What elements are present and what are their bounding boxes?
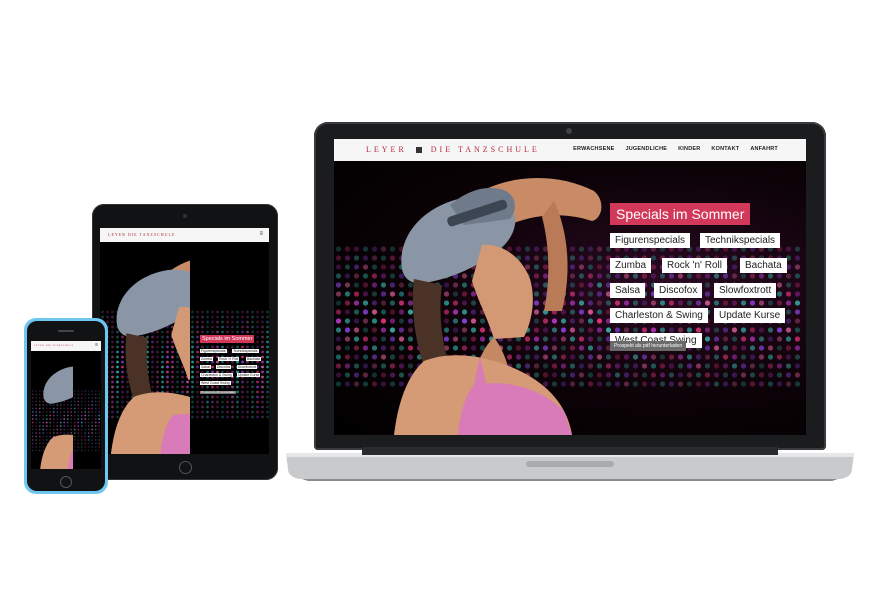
phone-logo[interactable]: LEYER DIE TANZSCHULE	[34, 344, 74, 347]
laptop-dancer-image	[394, 178, 602, 435]
tablet-tag-list: Figurenspecials Technikspecials Zumba Ro…	[200, 345, 264, 394]
tablet-tag-bachata[interactable]: Bachata	[246, 357, 261, 361]
menu-item-kontakt[interactable]: KONTAKT	[711, 146, 739, 152]
laptop-navbar: LEYER DIE TANZSCHULE ERWACHSENE JUGENDLI…	[334, 139, 806, 162]
tablet-tag-salsa[interactable]: Salsa	[200, 365, 211, 369]
tag-charleston-swing[interactable]: Charleston & Swing	[610, 308, 708, 323]
laptop-base	[286, 447, 854, 481]
tag-slowfoxtrott[interactable]: Slowfoxtrott	[714, 283, 777, 298]
summer-specials-panel: Specials im Sommer Figurenspecials Techn…	[610, 203, 800, 348]
tablet-navbar: LEYER DIE TANZSCHULE ≡	[100, 228, 269, 242]
laptop-camera	[566, 128, 572, 134]
phone-screen: LEYER DIE TANZSCHULE ≡	[31, 341, 101, 469]
tablet-hamburger-icon[interactable]: ≡	[259, 231, 263, 237]
tablet-tag-update-kurse[interactable]: Update Kurse	[237, 373, 261, 377]
menu-item-kinder[interactable]: KINDER	[678, 146, 700, 152]
brand-square-icon	[415, 147, 422, 153]
pdf-download-button[interactable]: Prospekt als pdf herunterladen	[610, 341, 687, 351]
tablet-tag-zumba[interactable]: Zumba	[200, 357, 213, 361]
tablet-camera	[183, 214, 187, 218]
laptop-main-menu: ERWACHSENE JUGENDLICHE KINDER KONTAKT AN…	[573, 146, 778, 152]
phone-dancer-image	[40, 366, 73, 469]
phone-hamburger-icon[interactable]: ≡	[95, 342, 98, 348]
tablet-tag-discofox[interactable]: Discofox	[216, 365, 232, 369]
phone-home-button[interactable]	[60, 476, 72, 488]
tablet-hero: Specials im Sommer Figurenspecials Techn…	[100, 242, 269, 454]
menu-item-erwachsene[interactable]: ERWACHSENE	[573, 146, 614, 152]
laptop-logo[interactable]: LEYER DIE TANZSCHULE	[366, 145, 540, 154]
tablet-tag-rock-n-roll[interactable]: Rock 'n' Roll	[218, 357, 240, 361]
tablet-tag-slowfoxtrott[interactable]: Slowfoxtrott	[237, 365, 258, 369]
tablet-screen: LEYER DIE TANZSCHULE ≡ Specials im Somme…	[100, 228, 269, 454]
menu-item-anfahrt[interactable]: ANFAHRT	[750, 146, 778, 152]
tag-update-kurse[interactable]: Update Kurse	[714, 308, 786, 323]
phone-brand-right: DIE TANZSCHULE	[45, 344, 74, 347]
tablet-brand-right: DIE TANZSCHULE	[127, 232, 176, 237]
tag-rock-n-roll[interactable]: Rock 'n' Roll	[662, 258, 727, 273]
tablet-brand-left: LEYER	[108, 232, 126, 237]
tablet-tag-west-coast-swing[interactable]: West Coast Swing	[200, 381, 231, 385]
menu-item-jugendliche[interactable]: JUGENDLICHE	[626, 146, 668, 152]
tablet-dancer-image	[110, 260, 190, 454]
phone-navbar: LEYER DIE TANZSCHULE ≡	[31, 341, 101, 351]
tag-figurenspecials[interactable]: Figurenspecials	[610, 233, 691, 248]
tag-technikspecials[interactable]: Technikspecials	[700, 233, 781, 248]
brand-right: DIE TANZSCHULE	[430, 145, 540, 154]
tag-zumba[interactable]: Zumba	[610, 258, 652, 273]
tablet-tag-charleston-swing[interactable]: Charleston & Swing	[200, 373, 233, 377]
tablet-logo[interactable]: LEYER DIE TANZSCHULE	[108, 232, 175, 237]
tag-bachata[interactable]: Bachata	[740, 258, 787, 273]
phone-speaker	[58, 330, 74, 332]
tablet-specials-panel: Specials im Sommer Figurenspecials Techn…	[200, 327, 264, 394]
brand-left: LEYER	[366, 145, 407, 154]
tablet-tag-technikspecials[interactable]: Technikspecials	[232, 349, 259, 353]
laptop-hero: Specials im Sommer Figurenspecials Techn…	[334, 161, 806, 435]
tablet-tag-figurenspecials[interactable]: Figurenspecials	[200, 349, 227, 353]
phone-brand-left: LEYER	[34, 344, 45, 347]
specials-title: Specials im Sommer	[610, 203, 751, 225]
tablet-specials-title: Specials im Sommer	[200, 335, 255, 343]
tag-salsa[interactable]: Salsa	[610, 283, 646, 298]
tag-discofox[interactable]: Discofox	[654, 283, 703, 298]
laptop-screen: LEYER DIE TANZSCHULE ERWACHSENE JUGENDLI…	[334, 139, 806, 435]
tablet-home-button[interactable]	[179, 461, 192, 474]
tablet-pdf-download-button[interactable]: Prospekt als pdf herunterladen	[200, 391, 237, 394]
phone-hero	[31, 351, 101, 469]
